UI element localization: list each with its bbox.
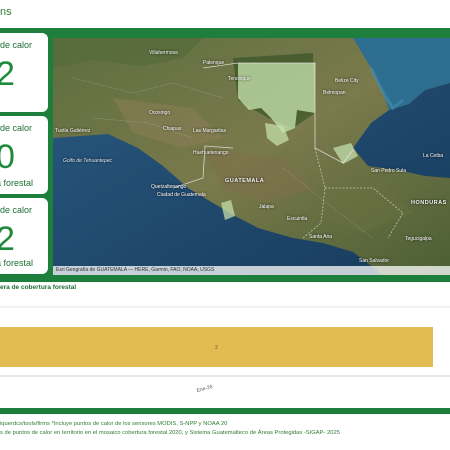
kpi-card-1: os de calor 2 [0, 33, 48, 112]
map-label-san-pedro-sula: San Pedro Sula [371, 168, 407, 174]
map-label-huehuetenango: Huehuetenango [193, 150, 229, 156]
kpi-card-1-title: os de calor [0, 40, 33, 50]
map-label-santa-ana: Santa Ana [309, 234, 333, 240]
map-label-tenosique: Tenosique [228, 76, 251, 82]
chart-bar-label: 2 [215, 345, 218, 351]
footer-notes: iquerdcs/tools/firms *Incluye puntos de … [0, 420, 450, 438]
map-label-guatemala: GUATEMALA [225, 178, 265, 184]
kpi-card-3-title: os de calor [0, 205, 33, 215]
map-label-tuxtla: Tuxtla Gutiérrez [55, 128, 91, 134]
kpi-card-3-value: 2 [0, 220, 15, 258]
map-label-las-margaritas: Las Margaritas [193, 128, 227, 134]
map-label-tegucigalpa: Tegucigalpa [405, 236, 432, 242]
map-label-belize-city: Belize City [335, 78, 359, 84]
chart-x-tick-label: Ene-26 [196, 384, 213, 394]
map-label-ocosingo: Ocosingo [149, 110, 171, 116]
kpi-card-2-value: 0 [0, 138, 15, 176]
footer-line-1: iquerdcs/tools/firms *Incluye puntos de … [0, 421, 228, 427]
map-label-la-ceiba: La Ceiba [423, 153, 444, 159]
kpi-card-3-subtitle: ura forestal [0, 258, 34, 268]
kpi-card-1-value: 2 [0, 55, 15, 93]
map-label-guatemala-city: Ciudad de Guatemala [157, 192, 206, 198]
map-label-pacific: Golfo de Tehuantepec [63, 158, 113, 164]
kpi-card-3: os de calor 2 ura forestal [0, 198, 48, 274]
map-label-belmopan: Belmopan [323, 90, 346, 96]
map-label-san-salvador: San Salvador [359, 258, 390, 264]
kpi-card-2: os de calor 0 ura forestal [0, 116, 48, 194]
map-label-quetzaltenango: Quetzaltenango [151, 184, 187, 190]
map-imagery [53, 38, 450, 275]
map-label-palenque: Palenque [203, 60, 225, 66]
app-title: ns [0, 6, 12, 18]
satellite-map[interactable]: Villahermosa Palenque Tenosique Belize C… [53, 38, 450, 275]
kpi-card-2-title: os de calor [0, 123, 33, 133]
bar-chart: 2 Ene-26 [0, 306, 450, 394]
map-label-villahermosa: Villahermosa [149, 50, 178, 56]
footer-line-2: s de puntos de calor en territorio en el… [0, 430, 340, 436]
kpi-card-2-subtitle: ura forestal [0, 178, 34, 188]
map-attribution[interactable]: Esri Geografía de GUATEMALA — HERE, Garm… [53, 266, 450, 275]
map-label-escuintla: Escuintla [287, 216, 308, 222]
forest-cover-chart-panel: era de cobertura forestal 2 Ene-26 [0, 282, 450, 408]
map-label-honduras: HONDURAS [411, 200, 447, 206]
chart-title: era de cobertura forestal [0, 284, 77, 291]
map-label-jalapa: Jalapa [259, 204, 274, 210]
map-label-chiapas: Chiapas [163, 126, 182, 132]
